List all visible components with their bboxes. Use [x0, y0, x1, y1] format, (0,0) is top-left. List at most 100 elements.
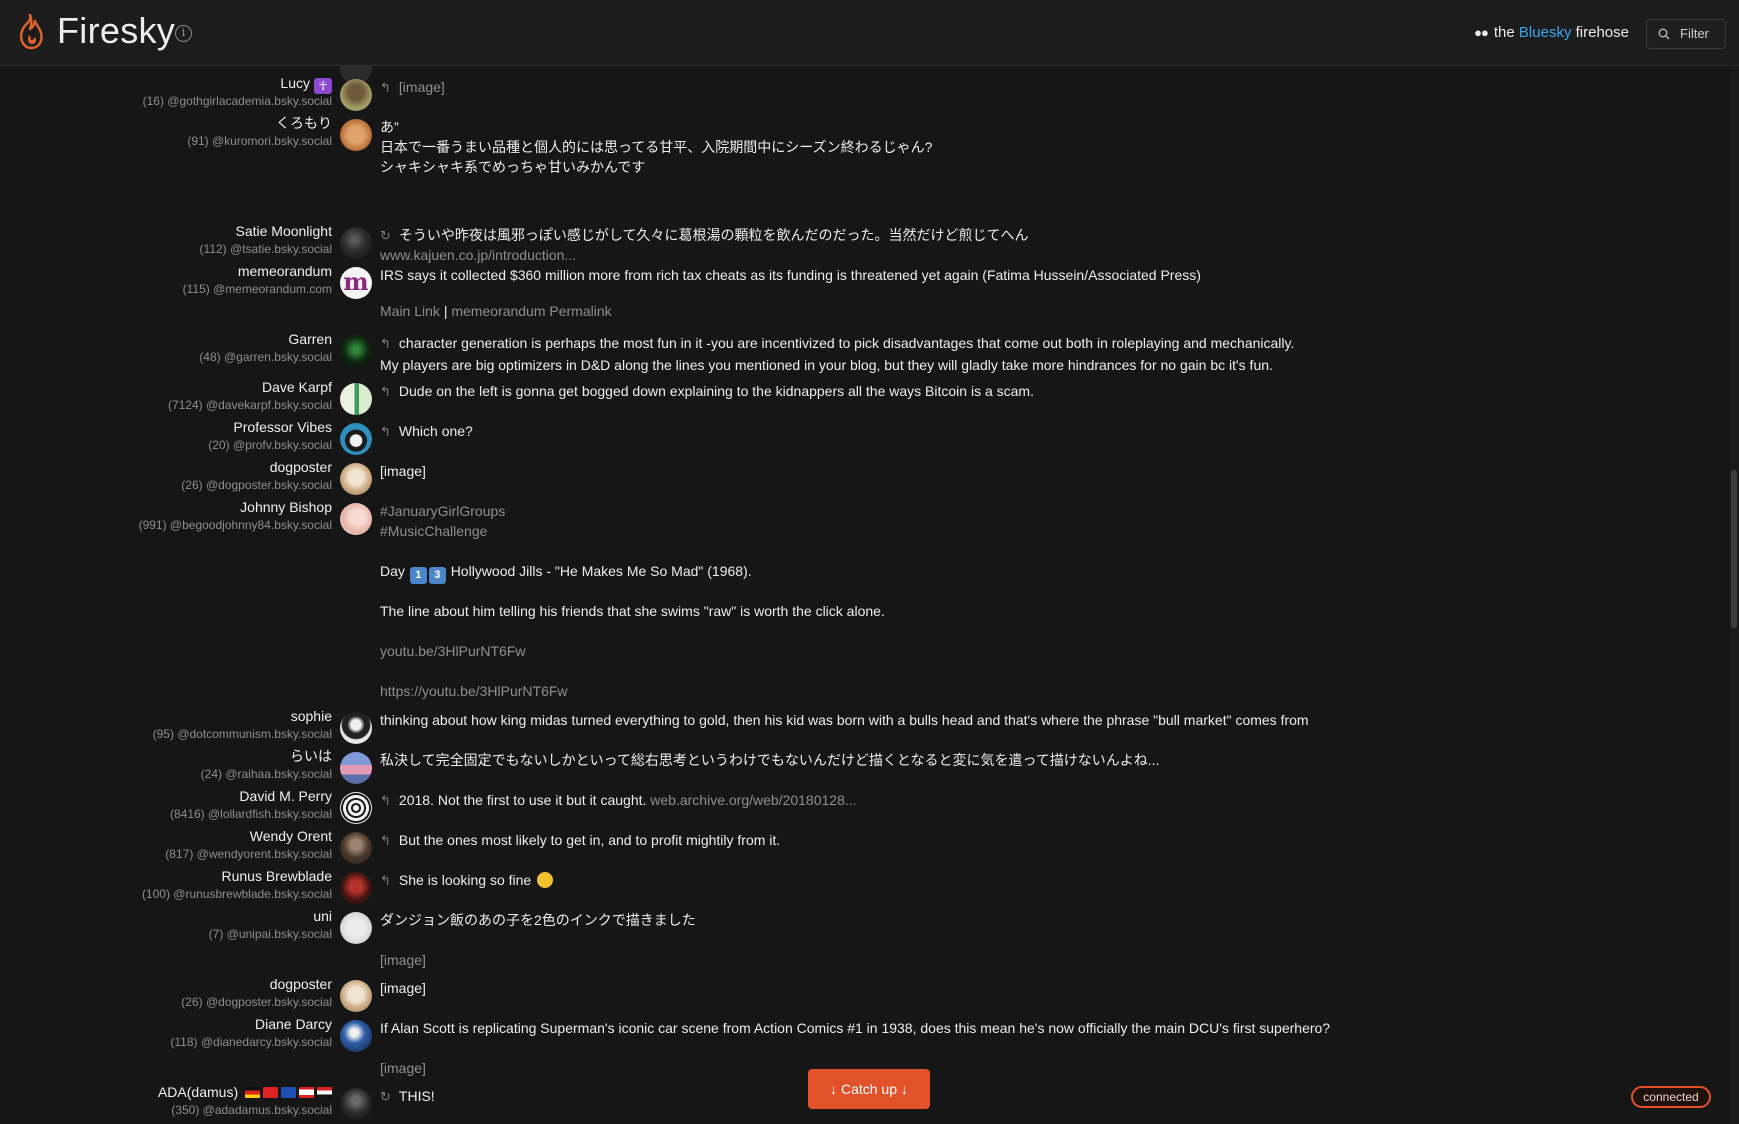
permalink-link[interactable]: memeorandum Permalink: [451, 303, 611, 319]
author-name: Johnny Bishop: [240, 499, 332, 515]
post-body: ↰ [image]: [380, 77, 1700, 99]
author-name: uni: [313, 908, 332, 924]
post-link[interactable]: www.kajuen.co.jp/introduction...: [380, 245, 576, 265]
author-handle: (16) @gothgirlacademia.bsky.social: [142, 94, 332, 108]
author-handle: (95) @dotcommunism.bsky.social: [152, 727, 332, 741]
filter-label: Filter: [1680, 26, 1709, 41]
post-author[interactable]: らいは (24) @raihaa.bsky.social: [201, 747, 332, 783]
post-link[interactable]: https://youtu.be/3HlPurNT6Fw: [380, 681, 568, 701]
avatar[interactable]: [340, 1020, 372, 1052]
reply-icon: ↰: [380, 425, 391, 440]
avatar[interactable]: [340, 872, 372, 904]
flame-logo-icon: [19, 13, 43, 50]
post-body: あ” 日本で一番うまい品種と個人的には思ってる甘平、入院期間中にシーズン終わるじ…: [380, 119, 933, 175]
post-feed[interactable]: Lucy ☥ (16) @gothgirlacademia.bsky.social…: [0, 66, 1729, 1124]
main-link[interactable]: Main Link: [380, 303, 440, 319]
author-name: Professor Vibes: [233, 419, 332, 435]
avatar[interactable]: [340, 335, 372, 367]
post-author[interactable]: sophie (95) @dotcommunism.bsky.social: [153, 707, 332, 743]
post-author[interactable]: Professor Vibes (20) @profv.bsky.social: [208, 418, 332, 454]
avatar[interactable]: [340, 912, 372, 944]
memeorandum-logo-icon[interactable]: m: [340, 267, 372, 299]
hashtag-link[interactable]: #JanuaryGirlGroups: [380, 501, 505, 521]
post-author[interactable]: David M. Perry (8416) @lollardfish.bsky.…: [170, 787, 332, 823]
post-text: THIS!: [398, 1088, 435, 1104]
author-name: らいは: [290, 748, 332, 764]
author-name: Satie Moonlight: [235, 223, 332, 239]
post-author[interactable]: Satie Moonlight (112) @tsatie.bsky.socia…: [200, 222, 332, 258]
avatar[interactable]: [340, 712, 372, 744]
author-name: memeorandum: [237, 263, 332, 279]
tagline-suffix: firehose: [1575, 24, 1629, 41]
author-name: Diane Darcy: [254, 1016, 332, 1032]
avatar[interactable]: [340, 832, 372, 864]
post-body: ↻ そういや昨夜は風邪っぽい感じがして久々に葛根湯の顆粒を飲んだのだった。当然だけ…: [380, 225, 1700, 247]
post-author[interactable]: Lucy ☥ (16) @gothgirlacademia.bsky.social: [143, 74, 332, 110]
image-placeholder: [image]: [380, 980, 426, 996]
post-body: ↰ character generation is perhaps the mos…: [380, 333, 1700, 375]
post-author[interactable]: Wendy Orent (817) @wendyorent.bsky.socia…: [165, 827, 332, 863]
avatar[interactable]: [340, 503, 372, 535]
avatar[interactable]: [340, 79, 372, 111]
post-body: 私決して完全固定でもないしかといって総右思考というわけでもないんだけど描くとなる…: [380, 752, 1160, 768]
post-text: Which one?: [398, 423, 473, 439]
filter-button[interactable]: Filter: [1646, 19, 1726, 49]
author-handle: (20) @profv.bsky.social: [208, 438, 332, 452]
author-handle: (7) @unipai.bsky.social: [208, 927, 332, 941]
post-author[interactable]: dogposter (26) @dogposter.bsky.social: [181, 458, 332, 494]
author-name: Runus Brewblade: [221, 868, 332, 884]
keycap-digit: 1: [409, 567, 427, 584]
info-icon[interactable]: i: [175, 25, 192, 42]
post-author[interactable]: ADA(damus) (350) @adadamus.bsky.social: [158, 1083, 332, 1119]
author-handle: (24) @raihaa.bsky.social: [200, 767, 332, 781]
author-handle: (118) @dianedarcy.bsky.social: [170, 1035, 332, 1049]
post-author[interactable]: Diane Darcy (118) @dianedarcy.bsky.socia…: [170, 1015, 332, 1051]
author-name: Garren: [288, 331, 332, 347]
image-placeholder: [image]: [380, 1060, 426, 1076]
avatar[interactable]: [340, 980, 372, 1012]
post-author[interactable]: Johnny Bishop (991) @begoodjohnny84.bsky…: [139, 498, 332, 534]
avatar[interactable]: [340, 227, 372, 259]
post-author[interactable]: Runus Brewblade (100) @runusbrewblade.bs…: [142, 867, 332, 903]
post-link[interactable]: web.archive.org/web/20180128...: [650, 792, 856, 808]
avatar[interactable]: [340, 463, 372, 495]
post-body: ↰ Dude on the left is gonna get bogged do…: [380, 381, 1700, 403]
scrollbar[interactable]: [1729, 66, 1739, 1124]
post-author[interactable]: uni (7) @unipai.bsky.social: [209, 907, 332, 943]
post-author[interactable]: Dave Karpf (7124) @davekarpf.bsky.social: [168, 378, 332, 414]
author-handle: (7124) @davekarpf.bsky.social: [167, 398, 332, 412]
author-handle: (100) @runusbrewblade.bsky.social: [141, 887, 332, 901]
author-handle: (115) @memeorandum.com: [182, 282, 332, 296]
day-prefix: Day: [380, 563, 405, 579]
hashtag-link[interactable]: #MusicChallenge: [380, 521, 487, 541]
avatar[interactable]: [340, 423, 372, 455]
post-body: ↰ 2018. Not the first to use it but it ca…: [380, 790, 1700, 812]
avatar[interactable]: [340, 752, 372, 784]
post-author[interactable]: くろもり (91) @kuromori.bsky.social: [187, 114, 332, 150]
author-name: Lucy: [280, 75, 310, 91]
author-handle: (48) @garren.bsky.social: [199, 350, 332, 364]
author-name: ADA(damus): [157, 1084, 239, 1100]
post-author[interactable]: Garren (48) @garren.bsky.social: [199, 330, 332, 366]
post-author[interactable]: memeorandum (115) @memeorandum.com: [183, 262, 332, 298]
keycap-digit: 3: [428, 567, 446, 584]
post-text: 2018. Not the first to use it but it cau…: [398, 792, 647, 808]
avatar[interactable]: [340, 1088, 372, 1120]
catch-up-button[interactable]: ↓ Catch up ↓: [808, 1069, 930, 1109]
post-links: Main Link | memeorandum Permalink: [380, 301, 612, 321]
scrollbar-thumb[interactable]: [1731, 470, 1737, 628]
post-body: ↰ But the ones most likely to get in, and…: [380, 830, 1700, 852]
lebanon-flag-icon: [299, 1087, 314, 1098]
post-text: character generation is perhaps the most…: [380, 335, 1295, 373]
bluesky-link[interactable]: Bluesky: [1519, 24, 1572, 41]
avatar[interactable]: [340, 383, 372, 415]
author-handle: (350) @adadamus.bsky.social: [171, 1103, 332, 1117]
author-name: dogposter: [269, 459, 332, 475]
avatar[interactable]: [340, 792, 372, 824]
avatar[interactable]: [340, 119, 372, 151]
app-title: Firesky: [57, 10, 176, 51]
post-author[interactable]: dogposter (26) @dogposter.bsky.social: [181, 975, 332, 1011]
tagline-prefix: the: [1493, 24, 1515, 41]
post-link[interactable]: youtu.be/3HlPurNT6Fw: [380, 641, 526, 661]
author-handle: (817) @wendyorent.bsky.social: [165, 847, 332, 861]
